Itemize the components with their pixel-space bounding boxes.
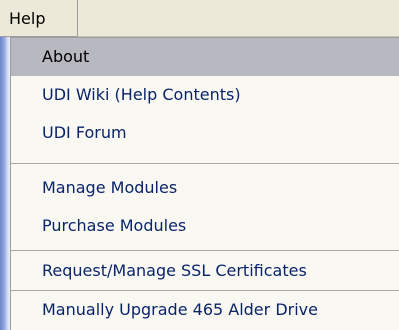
- menu-item-about[interactable]: About: [11, 38, 399, 76]
- help-dropdown-menu: About UDI Wiki (Help Contents) UDI Forum…: [10, 37, 399, 330]
- menu-item-manage-modules[interactable]: Manage Modules: [11, 169, 399, 207]
- menu-help[interactable]: Help: [0, 0, 78, 37]
- menu-item-purchase-modules[interactable]: Purchase Modules: [11, 207, 399, 245]
- menu-item-udi-forum[interactable]: UDI Forum: [11, 114, 399, 152]
- menu-bar: Help: [0, 0, 399, 37]
- menu-item-udi-wiki[interactable]: UDI Wiki (Help Contents): [11, 76, 399, 114]
- menu-separator: [11, 163, 399, 164]
- menu-item-ssl-certificates[interactable]: Request/Manage SSL Certificates: [11, 252, 399, 290]
- menu-separator: [11, 250, 399, 251]
- menu-item-manual-upgrade[interactable]: Manually Upgrade 465 Alder Drive: [11, 291, 399, 329]
- window-left-edge: [0, 37, 10, 330]
